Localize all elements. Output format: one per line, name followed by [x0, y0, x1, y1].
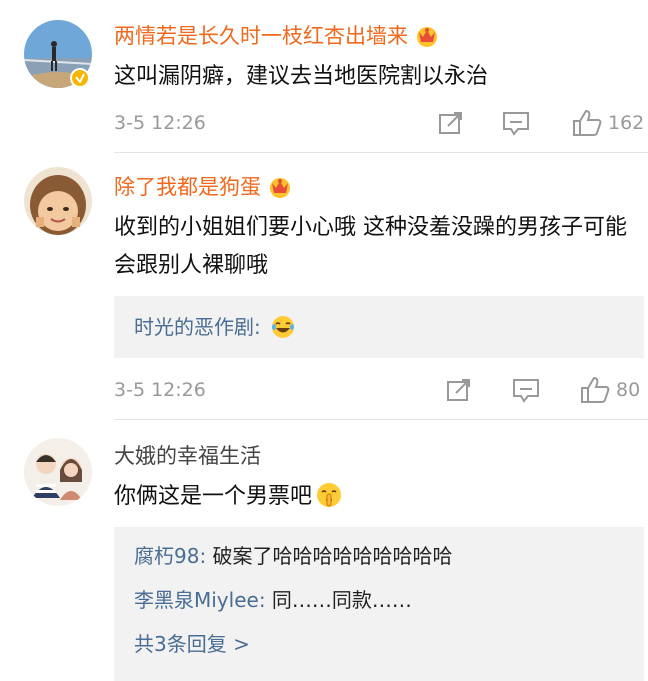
like-icon — [573, 109, 602, 136]
comment-button[interactable] — [502, 108, 530, 138]
comment-1: 两情若是长久时一枝红杏出墙来 这叫漏阴癖，建议去当地医院割以永治 3-5 12:… — [0, 0, 648, 153]
reply-username[interactable]: 腐朽98: — [134, 544, 206, 568]
more-replies-link[interactable]: 共3条回复 > — [134, 629, 250, 659]
comment-2: 除了我都是狗蛋 收到的小姐姐们要小心哦 这种没羞没躁的男孩子可能会跟别人裸聊哦 … — [0, 153, 648, 420]
username[interactable]: 大娥的幸福生活 — [114, 442, 261, 470]
crown-icon — [267, 176, 293, 205]
laughing-tears-emoji — [271, 315, 295, 347]
timestamp: 3-5 12:26 — [114, 379, 206, 401]
reply-username[interactable]: 李黑泉Miylee: — [134, 588, 266, 612]
reply-box[interactable]: 腐朽98: 破案了哈哈哈哈哈哈哈哈哈 李黑泉Miylee: 同……同款…… 共3… — [114, 527, 644, 681]
comment-text: 这叫漏阴癖，建议去当地医院割以永治 — [114, 64, 489, 89]
crown-icon — [414, 25, 440, 54]
like-count: 162 — [608, 112, 645, 134]
like-icon — [581, 376, 610, 403]
comment-meta: 3-5 12:26 162 — [114, 108, 644, 138]
comment-icon — [513, 379, 539, 403]
shush-emoji — [316, 482, 342, 521]
user-avatar[interactable] — [24, 438, 92, 506]
share-icon — [447, 379, 470, 401]
verified-badge-icon — [70, 68, 90, 88]
like-count: 80 — [616, 379, 641, 401]
like-button[interactable]: 162 — [572, 108, 644, 138]
username[interactable]: 两情若是长久时一枝红杏出墙来 — [114, 22, 440, 54]
share-button[interactable] — [446, 375, 472, 405]
share-icon — [439, 112, 462, 134]
comment-button[interactable] — [512, 375, 540, 405]
comment-3: 大娥的幸福生活 你俩这是一个男票吧 腐朽98: 破案了哈哈哈哈哈哈哈哈哈 李黑泉… — [0, 420, 648, 681]
comment-text: 收到的小姐姐们要小心哦 这种没羞没躁的男孩子可能会跟别人裸聊哦 — [114, 215, 627, 278]
user-avatar[interactable] — [24, 167, 92, 235]
reply-item[interactable]: 腐朽98: 破案了哈哈哈哈哈哈哈哈哈 — [134, 541, 453, 571]
comment-icon — [503, 112, 529, 136]
username[interactable]: 除了我都是狗蛋 — [114, 173, 293, 205]
reply-text: 破案了哈哈哈哈哈哈哈哈哈 — [212, 544, 453, 568]
timestamp: 3-5 12:26 — [114, 112, 206, 134]
like-button[interactable]: 80 — [580, 375, 640, 405]
reply-text: 同……同款…… — [271, 588, 412, 612]
comment-meta: 3-5 12:26 80 — [114, 375, 644, 405]
reply-username[interactable]: 时光的恶作剧: — [134, 315, 261, 339]
reply-box[interactable]: 时光的恶作剧: — [114, 296, 644, 358]
share-button[interactable] — [438, 108, 464, 138]
reply-item[interactable]: 时光的恶作剧: — [134, 312, 295, 347]
comment-text: 你俩这是一个男票吧 — [114, 478, 634, 521]
reply-item[interactable]: 李黑泉Miylee: 同……同款…… — [134, 585, 412, 615]
